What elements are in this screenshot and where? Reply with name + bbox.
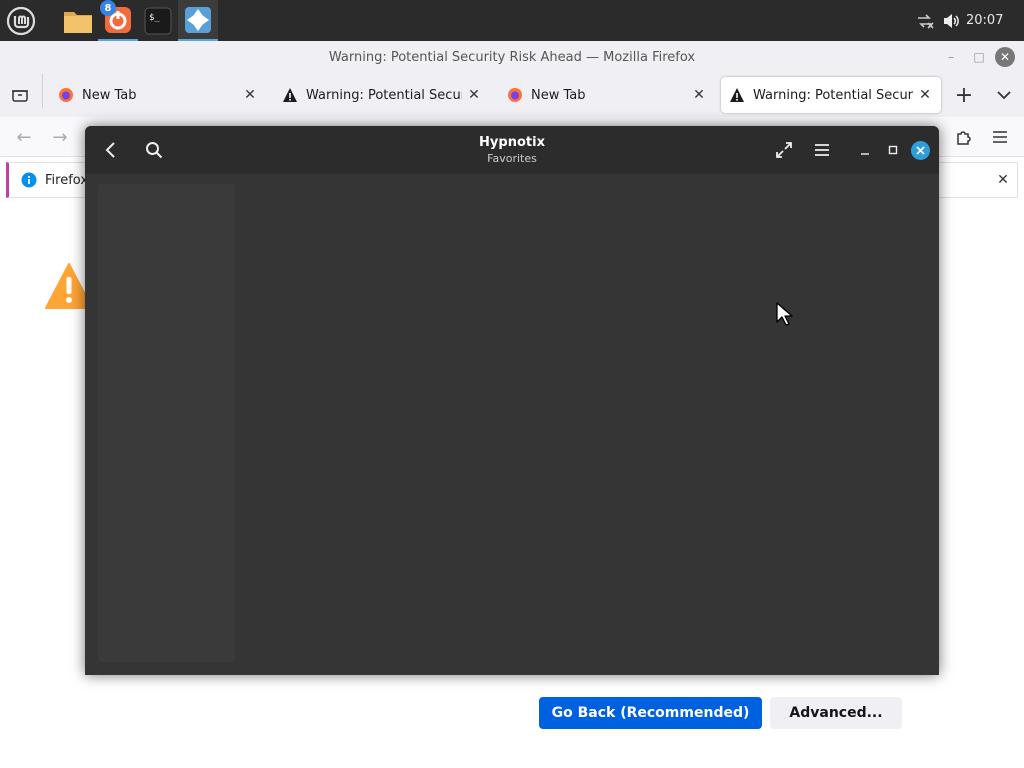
- window-title: Warning: Potential Security Risk Ahead —…: [0, 41, 1024, 73]
- warning-icon: [283, 88, 297, 102]
- maximize-icon[interactable]: [877, 134, 909, 166]
- maximize-icon[interactable]: □: [966, 41, 992, 73]
- warning-icon: [730, 88, 744, 102]
- info-icon: [21, 172, 37, 188]
- mint-menu-icon[interactable]: [0, 0, 42, 41]
- hamburger-menu-icon[interactable]: [984, 121, 1016, 153]
- files-icon[interactable]: [58, 0, 98, 41]
- close-tab-icon[interactable]: ✕: [913, 83, 937, 107]
- new-tab-icon[interactable]: +: [948, 79, 980, 111]
- clock[interactable]: 20:07: [966, 0, 1010, 41]
- go-back-button[interactable]: Go Back (Recommended): [539, 697, 762, 729]
- advanced-button[interactable]: Advanced...: [770, 697, 902, 729]
- fullscreen-icon[interactable]: [768, 134, 800, 166]
- hypnotix-icon[interactable]: [178, 0, 218, 41]
- tab-label: Warning: Potential Security Risk Ahead: [753, 87, 913, 103]
- close-tab-icon[interactable]: ✕: [238, 83, 262, 107]
- volume-icon[interactable]: [942, 0, 962, 41]
- firefox-icon: [508, 88, 522, 102]
- back-icon[interactable]: [95, 134, 127, 166]
- header-bar: Hypnotix Favorites: [85, 126, 939, 174]
- window-subtitle: Favorites: [487, 152, 537, 165]
- close-tab-icon[interactable]: ✕: [462, 83, 486, 107]
- network-icon[interactable]: [916, 0, 938, 41]
- window-title: Hypnotix: [479, 135, 545, 150]
- close-icon[interactable]: [911, 141, 930, 160]
- taskbar: 8 $_ 20:07: [0, 0, 1024, 41]
- tab-warning-active[interactable]: Warning: Potential Security Risk Ahead ✕: [721, 77, 941, 113]
- mouse-cursor-icon: [775, 301, 795, 331]
- firefox-icon: [59, 88, 73, 102]
- hamburger-menu-icon[interactable]: [806, 134, 838, 166]
- minimize-icon[interactable]: –: [938, 41, 964, 73]
- tab-new-tab-1[interactable]: New Tab ✕: [50, 77, 266, 113]
- tab-label: New Tab: [82, 87, 137, 103]
- sidebar-panel: [98, 184, 235, 662]
- chevron-down-icon[interactable]: [988, 79, 1020, 111]
- search-icon[interactable]: [138, 134, 170, 166]
- forward-icon[interactable]: →: [44, 121, 76, 153]
- tab-label: New Tab: [531, 87, 586, 103]
- tab-new-tab-2[interactable]: New Tab ✕: [499, 77, 715, 113]
- close-icon[interactable]: ✕: [995, 47, 1015, 67]
- tab-warning-1[interactable]: Warning: Potential Security Risk Ahead ✕: [274, 77, 490, 113]
- hypnotix-window: Hypnotix Favorites: [85, 126, 939, 675]
- notification-badge: 8: [100, 0, 116, 16]
- notification-text: Firefox: [45, 172, 89, 188]
- terminal-icon[interactable]: $_: [138, 0, 178, 41]
- close-tab-icon[interactable]: ✕: [687, 83, 711, 107]
- svg-text:$_: $_: [149, 13, 160, 23]
- close-notification-icon[interactable]: ✕: [993, 170, 1013, 190]
- back-icon[interactable]: ←: [8, 121, 40, 153]
- tab-bar: New Tab ✕ Warning: Potential Security Ri…: [0, 73, 1024, 117]
- extensions-icon[interactable]: [948, 121, 980, 153]
- list-all-tabs-icon[interactable]: [4, 79, 36, 111]
- tab-label: Warning: Potential Security Risk Ahead: [306, 87, 462, 103]
